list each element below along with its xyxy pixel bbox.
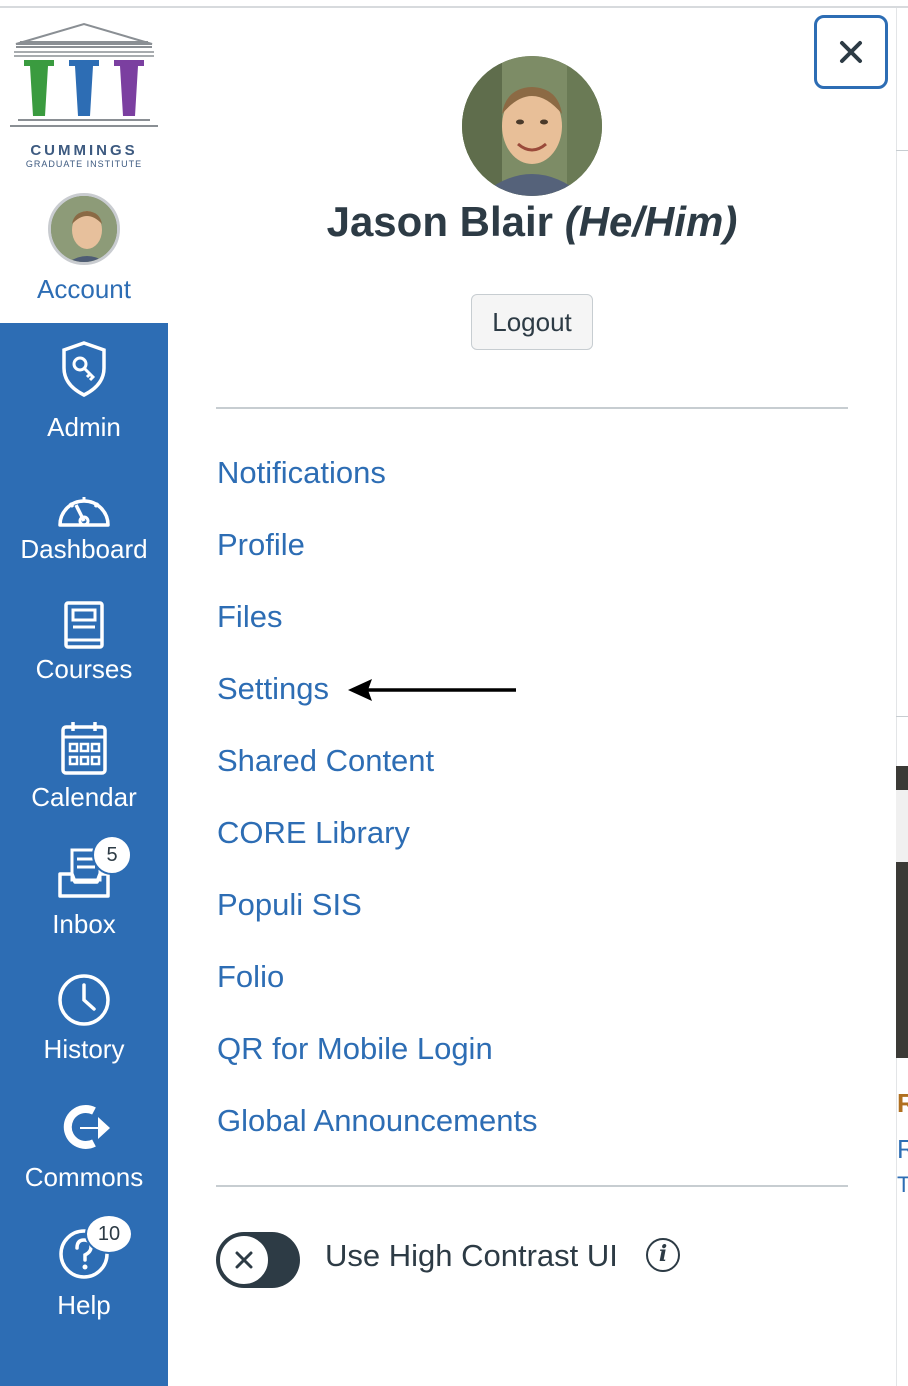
global-navigation: CUMMINGS GRADUATE INSTITUTE Account Admi… xyxy=(0,8,168,1386)
nav-header: CUMMINGS GRADUATE INSTITUTE Account xyxy=(0,8,168,323)
institution-logo[interactable]: CUMMINGS GRADUATE INSTITUTE xyxy=(6,22,162,169)
user-display-name: Jason Blair xyxy=(326,198,554,245)
account-tray: Jason Blair (He/Him) Logout Notification… xyxy=(168,8,896,1386)
calendar-icon xyxy=(61,722,107,775)
nav-label: History xyxy=(43,1034,125,1064)
nav-item-help[interactable]: 10 Help xyxy=(0,1214,168,1327)
toggle-knob xyxy=(218,1234,270,1286)
tray-link-profile[interactable]: Profile xyxy=(217,527,305,563)
high-contrast-toggle[interactable] xyxy=(216,1232,300,1288)
book-icon xyxy=(64,601,104,649)
profile-avatar xyxy=(462,56,602,196)
background-divider xyxy=(896,150,908,151)
nav-label: Calendar xyxy=(31,782,137,812)
info-icon[interactable]: i xyxy=(646,1238,680,1272)
user-pronouns: (He/Him) xyxy=(564,198,738,245)
avatar-photo-icon xyxy=(51,196,117,262)
temple-logo-icon xyxy=(10,22,158,127)
annotation-arrow-icon xyxy=(348,679,516,701)
tray-link-notifications[interactable]: Notifications xyxy=(217,455,386,491)
nav-item-history[interactable]: History xyxy=(0,970,168,1075)
commons-arrow-icon xyxy=(63,1105,110,1149)
help-badge: 10 xyxy=(85,1214,133,1254)
x-icon xyxy=(235,1251,253,1269)
shield-key-icon xyxy=(62,341,106,397)
account-avatar[interactable] xyxy=(48,193,120,265)
divider xyxy=(216,1185,848,1187)
user-name: Jason Blair (He/Him) xyxy=(168,198,896,246)
speedometer-icon xyxy=(58,497,110,527)
tray-link-populi-sis[interactable]: Populi SIS xyxy=(217,887,362,923)
background-text: R xyxy=(897,1088,908,1118)
close-tray-button[interactable] xyxy=(814,15,888,89)
nav-label: Inbox xyxy=(52,909,116,939)
tray-link-settings[interactable]: Settings xyxy=(217,671,329,707)
clock-icon xyxy=(58,974,110,1026)
nav-item-courses[interactable]: Courses xyxy=(0,596,168,696)
tray-link-shared-content[interactable]: Shared Content xyxy=(217,743,434,779)
nav-label: Admin xyxy=(47,412,121,442)
nav-item-inbox[interactable]: 5 Inbox xyxy=(0,835,168,948)
background-image xyxy=(896,766,908,1058)
logo-title: CUMMINGS xyxy=(30,142,138,159)
logo-subtitle: GRADUATE INSTITUTE xyxy=(25,159,143,169)
tray-link-global-announcements[interactable]: Global Announcements xyxy=(217,1103,538,1139)
nav-item-commons[interactable]: Commons xyxy=(0,1098,168,1203)
nav-label: Dashboard xyxy=(20,534,148,564)
profile-photo-icon xyxy=(462,56,602,196)
nav-item-dashboard[interactable]: Dashboard xyxy=(0,478,168,578)
tray-link-core-library[interactable]: CORE Library xyxy=(217,815,410,851)
nav-item-admin[interactable]: Admin xyxy=(0,338,168,448)
tray-link-folio[interactable]: Folio xyxy=(217,959,284,995)
background-text: R xyxy=(897,1134,908,1164)
nav-label: Commons xyxy=(24,1162,144,1192)
divider xyxy=(216,407,848,409)
background-text: T xyxy=(897,1172,908,1197)
background-divider xyxy=(896,716,908,717)
nav-account-label[interactable]: Account xyxy=(0,274,168,305)
high-contrast-label: Use High Contrast UI xyxy=(325,1238,618,1273)
close-x-icon xyxy=(840,41,862,63)
tray-link-qr-mobile-login[interactable]: QR for Mobile Login xyxy=(217,1031,493,1067)
nav-item-calendar[interactable]: Calendar xyxy=(0,718,168,823)
nav-label: Courses xyxy=(35,654,133,684)
inbox-unread-badge: 5 xyxy=(92,835,132,875)
nav-label: Help xyxy=(57,1290,111,1320)
tray-link-files[interactable]: Files xyxy=(217,599,282,635)
logout-button[interactable]: Logout xyxy=(471,294,593,350)
